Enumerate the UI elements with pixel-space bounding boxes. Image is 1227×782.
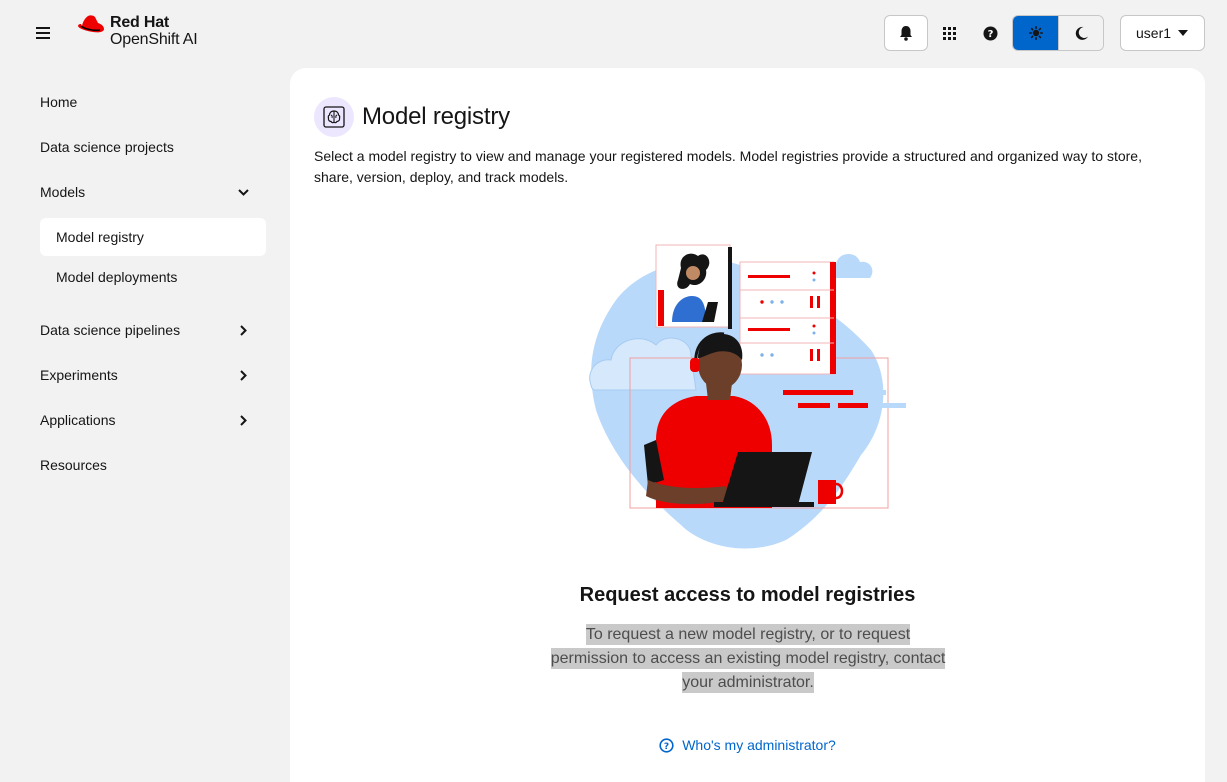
sidebar-item-label: Experiments: [40, 367, 118, 383]
sun-icon: [1028, 26, 1043, 40]
caret-down-icon: [1178, 30, 1188, 36]
sidebar-item-model-registry[interactable]: Model registry: [40, 218, 266, 256]
sidebar-item-label: Model registry: [56, 229, 144, 245]
empty-state-body: To request a new model registry, or to r…: [548, 623, 948, 695]
sidebar-item-label: Resources: [40, 457, 107, 473]
theme-toggle: [1012, 15, 1104, 51]
chevron-right-icon: [236, 413, 250, 427]
sidebar-item-model-deployments[interactable]: Model deployments: [40, 258, 266, 296]
notifications-button[interactable]: [884, 15, 928, 51]
app-launcher-button[interactable]: [928, 15, 970, 51]
user-menu-button[interactable]: user1: [1120, 15, 1205, 51]
sidebar-item-label: Models: [40, 184, 86, 200]
sidebar-nav: Home Data science projects Models Model …: [0, 66, 290, 782]
hamburger-icon[interactable]: [30, 22, 56, 44]
sidebar-item-resources[interactable]: Resources: [24, 446, 266, 484]
sidebar-item-home[interactable]: Home: [24, 83, 266, 121]
help-button[interactable]: ?: [970, 15, 1010, 51]
question-circle-icon: ?: [659, 737, 674, 753]
brand-logo[interactable]: Red Hat OpenShift AI: [76, 14, 198, 54]
chevron-down-icon: [236, 185, 250, 199]
svg-text:?: ?: [664, 741, 669, 751]
chevron-right-icon: [236, 323, 250, 337]
masthead-toolbar: ? user1: [884, 15, 1205, 51]
sidebar-item-label: Model deployments: [56, 269, 178, 285]
sidebar-item-label: Home: [40, 94, 78, 110]
moon-icon: [1075, 26, 1088, 40]
svg-text:?: ?: [987, 29, 993, 40]
question-circle-icon: ?: [983, 26, 997, 40]
whos-my-administrator-link[interactable]: ? Who's my administrator?: [290, 737, 1205, 753]
main-content: Model registry Select a model registry t…: [290, 68, 1205, 782]
sidebar-item-label: Data science pipelines: [40, 322, 181, 338]
page-title: Model registry: [362, 103, 510, 130]
brand-line1: Red Hat: [110, 14, 170, 31]
sidebar-item-data-science-pipelines[interactable]: Data science pipelines: [24, 311, 266, 349]
sidebar-item-label: Data science projects: [40, 139, 174, 155]
chevron-right-icon: [236, 368, 250, 382]
sidebar-item-experiments[interactable]: Experiments: [24, 356, 266, 394]
admin-link-label: Who's my administrator?: [682, 737, 836, 753]
bell-icon: [900, 25, 912, 41]
page-description: Select a model registry to view and mana…: [314, 148, 1142, 185]
empty-state-title: Request access to model registries: [579, 584, 916, 606]
masthead: Red Hat OpenShift AI ? user1: [0, 0, 1227, 66]
model-registry-icon: [314, 97, 354, 137]
empty-state-body-text: To request a new model registry, or to r…: [550, 624, 946, 693]
light-theme-button[interactable]: [1013, 16, 1058, 50]
red-hat-icon: [78, 15, 104, 33]
grid-icon: [942, 26, 956, 40]
sidebar-item-label: Applications: [40, 412, 116, 428]
sidebar-item-data-science-projects[interactable]: Data science projects: [24, 128, 266, 166]
page-header: Model registry: [314, 97, 510, 137]
sidebar-item-applications[interactable]: Applications: [24, 401, 266, 439]
sidebar-item-models[interactable]: Models: [24, 173, 266, 211]
brand-line2: OpenShift AI: [110, 31, 198, 48]
empty-state-illustration: [589, 244, 906, 549]
user-name: user1: [1136, 25, 1172, 41]
dark-theme-button[interactable]: [1058, 16, 1103, 50]
